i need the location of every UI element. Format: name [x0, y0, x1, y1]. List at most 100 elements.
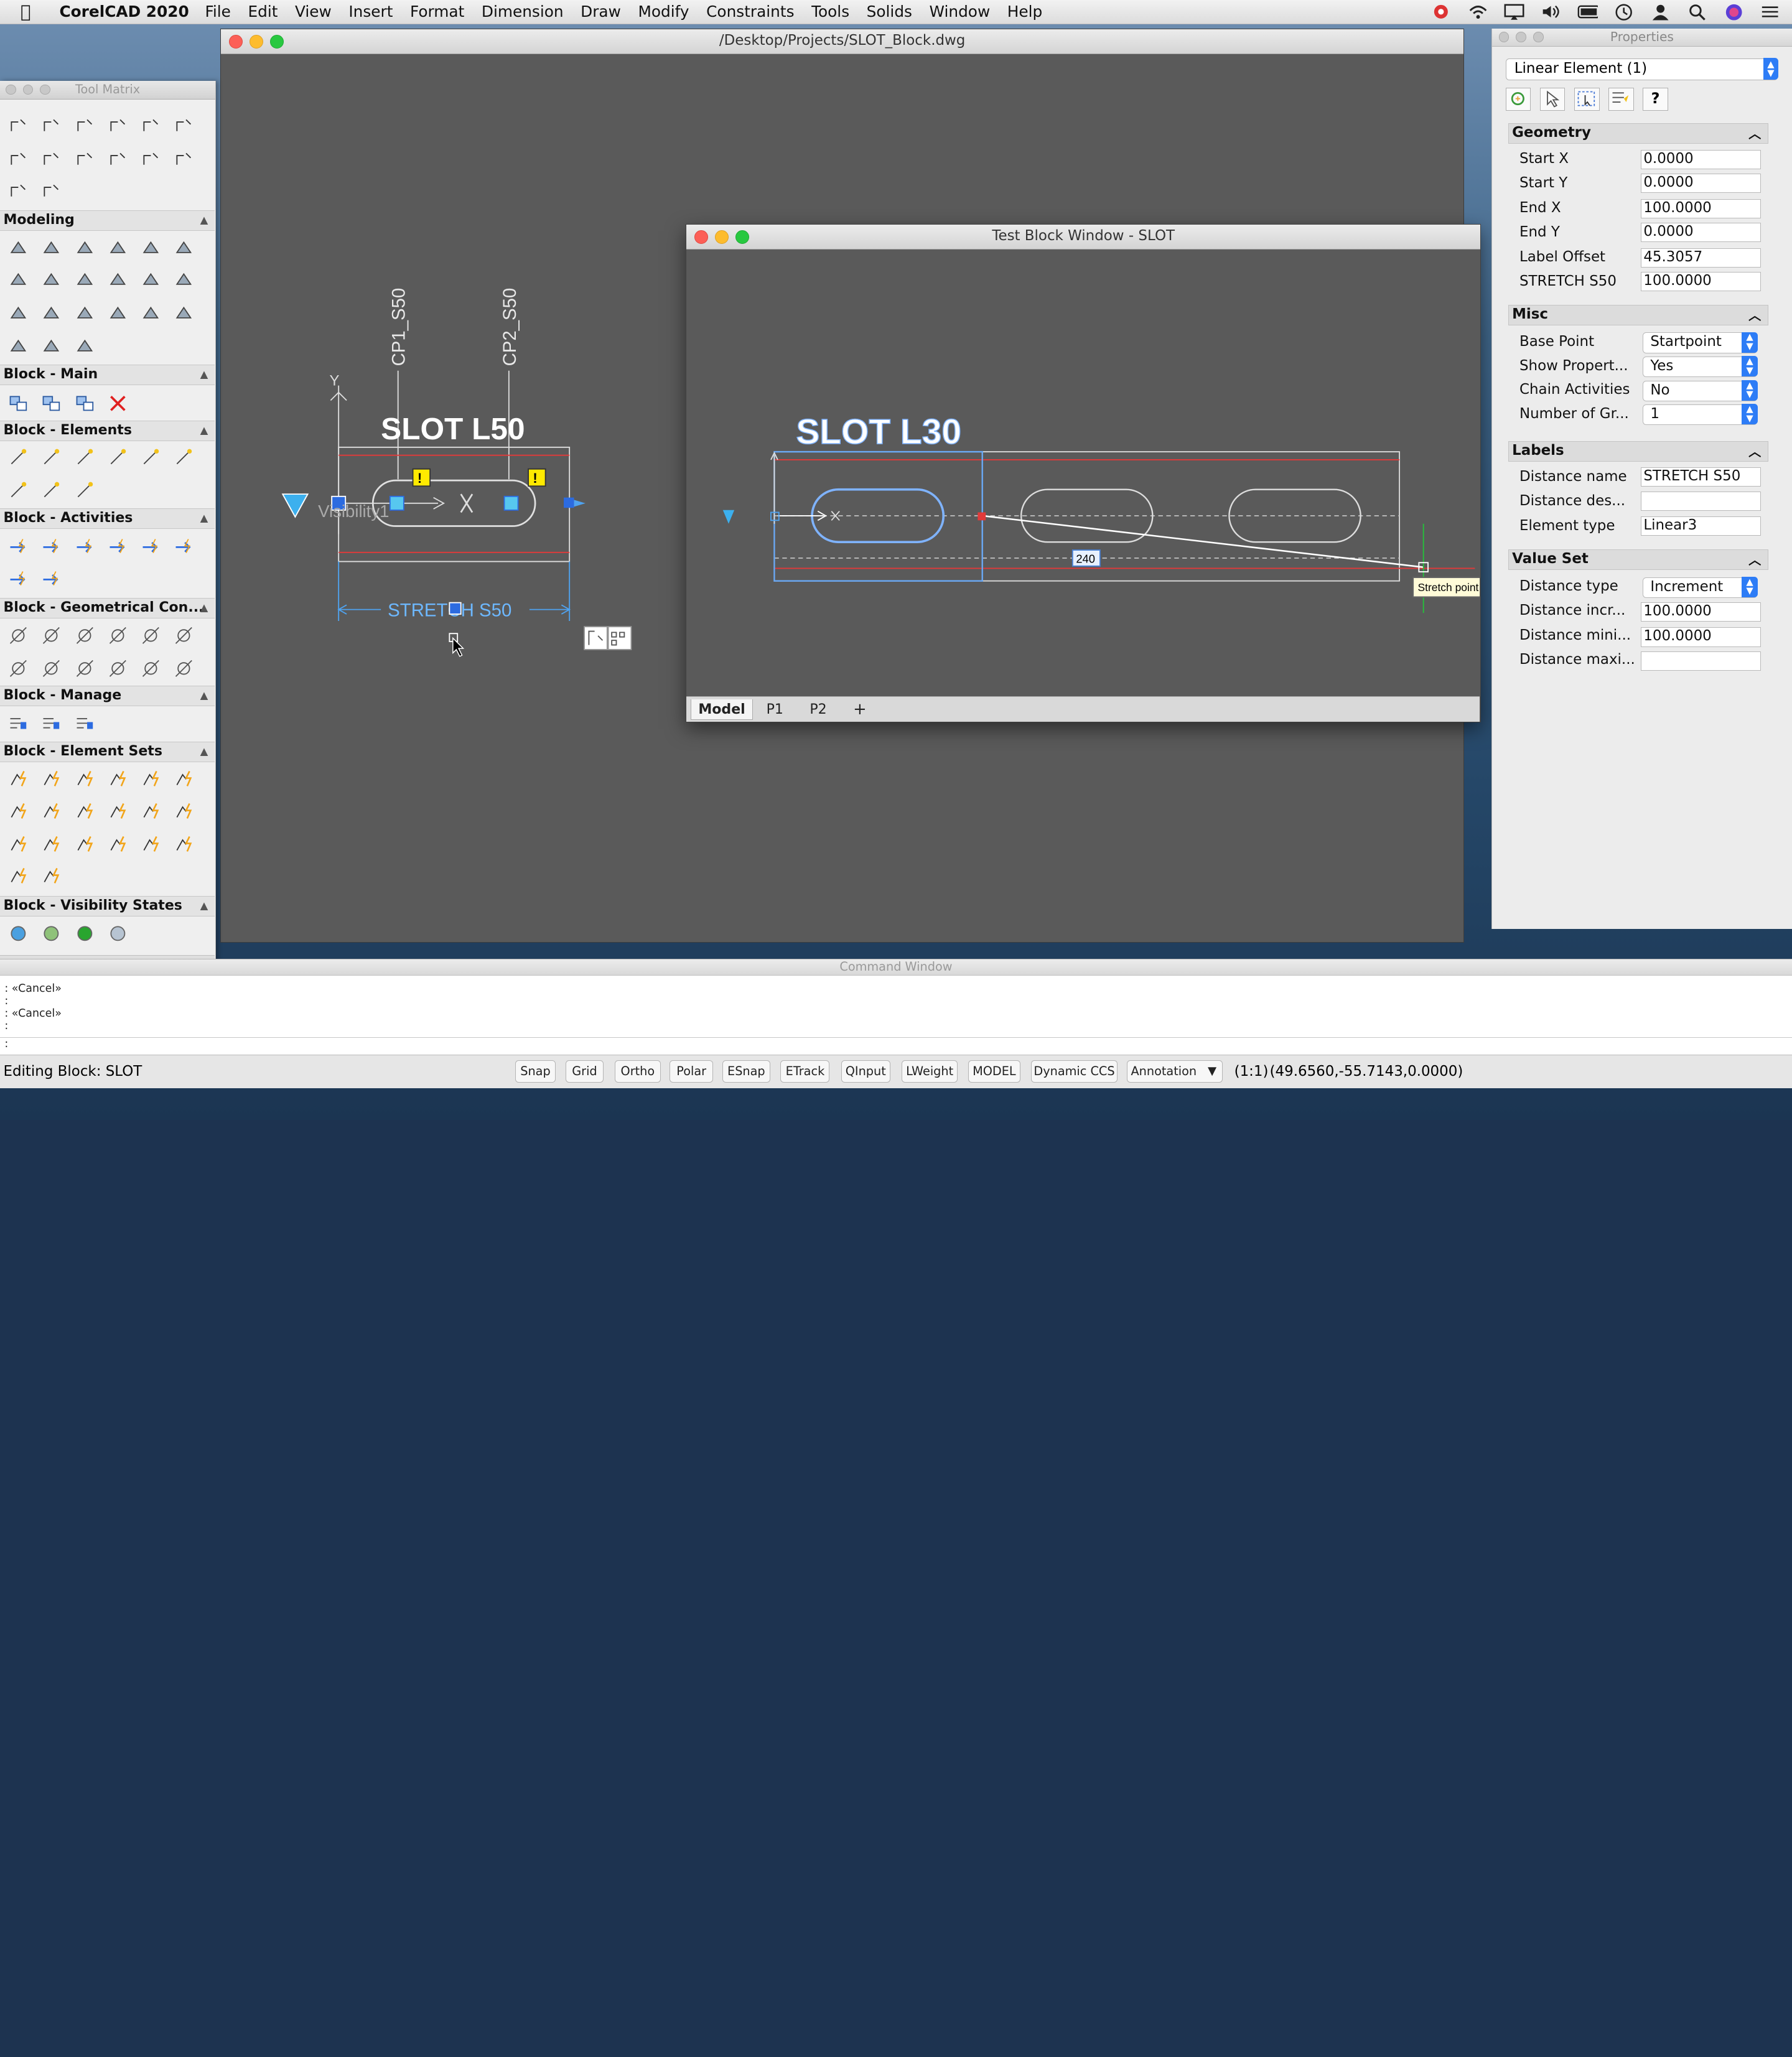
app-status-icon[interactable] [1431, 4, 1452, 20]
tool-icon[interactable] [40, 922, 63, 945]
tool-icon[interactable] [40, 447, 63, 470]
tool-icon[interactable] [7, 269, 30, 292]
menu-constraints[interactable]: Constraints [706, 2, 794, 21]
tool-icon[interactable] [106, 536, 129, 559]
tool-icon[interactable] [172, 657, 195, 680]
tool-icon[interactable] [7, 392, 30, 415]
tool-icon[interactable] [40, 303, 63, 326]
tool-icon[interactable] [139, 624, 162, 647]
tool-icon[interactable] [106, 115, 129, 138]
tool-icon[interactable] [7, 712, 30, 735]
tool-icon[interactable] [172, 238, 195, 261]
section-block-elements[interactable]: Block - Elements ▲ [0, 420, 215, 441]
base-point-dropdown[interactable]: Startpoint ▲ ▼ [1643, 332, 1758, 353]
distance-description-field[interactable] [1640, 491, 1761, 511]
labels-section-header[interactable]: Labels ︿ [1508, 441, 1769, 462]
tool-icon[interactable] [172, 269, 195, 292]
tool-icon[interactable] [139, 115, 162, 138]
tool-icon[interactable] [106, 447, 129, 470]
tool-icon[interactable] [106, 269, 129, 292]
ortho-toggle[interactable]: Ortho [615, 1060, 661, 1083]
end-y-field[interactable]: 0.0000 [1640, 223, 1761, 243]
tool-icon[interactable] [40, 269, 63, 292]
tool-icon[interactable] [73, 269, 96, 292]
tool-icon[interactable] [172, 115, 195, 138]
tool-icon[interactable] [172, 833, 195, 856]
distance-minimum-field[interactable]: 100.0000 [1640, 627, 1761, 647]
end-x-field[interactable]: 100.0000 [1640, 198, 1761, 218]
tool-icon[interactable] [7, 800, 30, 823]
tool-icon[interactable] [7, 115, 30, 138]
tool-icon[interactable] [73, 712, 96, 735]
chain-activities-dropdown[interactable]: No ▲ ▼ [1643, 380, 1758, 401]
section-block-geometrical-constraints[interactable]: Block - Geometrical Con... ▲ [0, 597, 215, 618]
tool-icon[interactable] [7, 238, 30, 261]
tool-icon[interactable] [40, 865, 63, 888]
annotation-scale-dropdown[interactable]: Annotation ▼ [1126, 1060, 1223, 1083]
tool-icon[interactable] [139, 536, 162, 559]
tool-icon[interactable] [7, 303, 30, 326]
esnap-toggle[interactable]: ESnap [722, 1060, 770, 1083]
tool-icon[interactable] [7, 568, 30, 591]
tool-icon[interactable] [172, 800, 195, 823]
model-space-toggle[interactable]: MODEL [968, 1060, 1021, 1083]
value-set-section-header[interactable]: Value Set ︿ [1508, 549, 1769, 571]
element-type-field[interactable]: Linear3 [1640, 516, 1761, 536]
tool-icon[interactable] [40, 800, 63, 823]
tab-p2[interactable]: P2 [803, 699, 833, 720]
tool-icon[interactable] [40, 536, 63, 559]
apple-menu-icon[interactable]:  [21, 2, 41, 22]
menu-modify[interactable]: Modify [638, 2, 689, 21]
tool-icon[interactable] [106, 833, 129, 856]
tool-icon[interactable] [73, 238, 96, 261]
tool-icon[interactable] [40, 657, 63, 680]
tool-icon[interactable] [73, 768, 96, 791]
menu-file[interactable]: File [205, 2, 230, 21]
tool-icon[interactable] [7, 922, 30, 945]
start-x-field[interactable]: 0.0000 [1640, 149, 1761, 169]
tool-icon[interactable] [73, 657, 96, 680]
distance-name-field[interactable]: STRETCH S50 [1640, 467, 1761, 487]
qinput-toggle[interactable]: QInput [841, 1060, 890, 1083]
tool-icon[interactable] [40, 480, 63, 503]
tool-icon[interactable] [106, 657, 129, 680]
tool-icon[interactable] [139, 657, 162, 680]
volume-icon[interactable] [1541, 4, 1561, 20]
tool-icon[interactable] [40, 712, 63, 735]
menu-draw[interactable]: Draw [581, 2, 621, 21]
properties-titlebar[interactable]: Properties [1491, 28, 1792, 47]
main-window-titlebar[interactable]: /Desktop/Projects/SLOT_Block.dwg [221, 29, 1463, 55]
tool-icon[interactable] [73, 800, 96, 823]
menu-solids[interactable]: Solids [867, 2, 912, 21]
tool-icon[interactable] [40, 149, 63, 172]
tool-icon[interactable] [172, 624, 195, 647]
tool-icon[interactable] [106, 238, 129, 261]
tool-icon[interactable] [139, 447, 162, 470]
tool-icon[interactable] [7, 180, 30, 203]
battery-icon[interactable] [1577, 4, 1598, 20]
tool-icon[interactable] [40, 768, 63, 791]
tool-icon[interactable] [7, 624, 30, 647]
tool-icon[interactable] [106, 624, 129, 647]
tool-icon[interactable] [73, 115, 96, 138]
spotlight-search-icon[interactable] [1687, 4, 1707, 21]
tool-icon[interactable] [40, 115, 63, 138]
tool-icon[interactable] [139, 269, 162, 292]
tool-icon[interactable] [40, 568, 63, 591]
number-of-grips-stepper[interactable]: 1 ▲ ▼ [1643, 404, 1758, 426]
test-window-titlebar[interactable]: Test Block Window - SLOT [686, 224, 1481, 250]
section-block-activities[interactable]: Block - Activities ▲ [0, 508, 215, 529]
tool-icon[interactable] [106, 800, 129, 823]
tool-icon[interactable] [172, 768, 195, 791]
grid-toggle[interactable]: Grid [566, 1060, 604, 1083]
show-properties-dropdown[interactable]: Yes ▲ ▼ [1643, 356, 1758, 378]
tool-icon[interactable] [139, 238, 162, 261]
tool-icon[interactable] [7, 865, 30, 888]
notification-center-icon[interactable] [1760, 4, 1781, 20]
tool-icon[interactable] [73, 536, 96, 559]
menu-edit[interactable]: Edit [248, 2, 278, 21]
tool-icon[interactable] [73, 303, 96, 326]
tool-icon[interactable] [73, 447, 96, 470]
tool-icon[interactable] [139, 149, 162, 172]
wifi-icon[interactable] [1468, 4, 1488, 20]
